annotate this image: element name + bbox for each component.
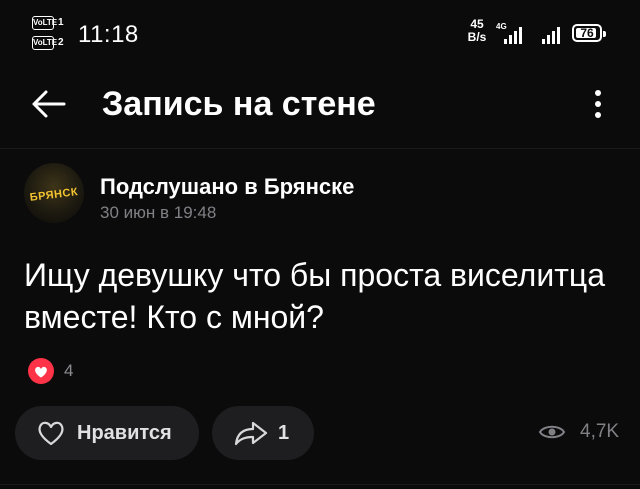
- status-bar: VoLTE 1 VoLTE 2 11:18 45 B/s 4G 76: [0, 0, 640, 60]
- volte-badge: VoLTE: [32, 16, 57, 30]
- view-counter: 4,7K: [538, 420, 628, 444]
- signal-icon: [540, 24, 564, 44]
- battery-level: 76: [580, 26, 594, 40]
- battery-icon: 76: [572, 24, 606, 42]
- post-text: Ищу девушку что бы проста виселитца вмес…: [24, 257, 605, 335]
- page-title: Запись на стене: [102, 85, 376, 123]
- share-arrow-icon: [234, 421, 268, 446]
- post-date: 30 июн в 19:48: [100, 203, 217, 222]
- sim-number: 2: [58, 37, 64, 48]
- community-avatar[interactable]: БРЯНСК: [24, 163, 84, 223]
- like-label: Нравится: [77, 422, 172, 444]
- volte-badge: VoLTE: [32, 36, 57, 50]
- divider: [0, 148, 640, 149]
- views-count: 4,7K: [580, 421, 620, 442]
- sim2-indicator: VoLTE 2: [32, 36, 66, 50]
- share-button[interactable]: 1: [212, 406, 314, 460]
- more-options-icon[interactable]: [588, 86, 608, 122]
- sim-number: 1: [58, 17, 64, 28]
- back-arrow-icon[interactable]: [28, 86, 68, 122]
- author-name[interactable]: Подслушано в Брянске: [100, 174, 354, 200]
- status-time: 11:18: [78, 21, 139, 48]
- heart-outline-icon: [38, 421, 64, 446]
- share-count: 1: [278, 422, 290, 444]
- app-header: Запись на стене: [0, 72, 640, 134]
- network-speed: 45 B/s: [464, 18, 490, 44]
- reaction-count: 4: [64, 361, 74, 380]
- sim1-indicator: VoLTE 1: [32, 16, 66, 30]
- avatar-logo-text: БРЯНСК: [29, 186, 79, 204]
- eye-icon: [538, 425, 566, 439]
- heart-reaction-icon[interactable]: [28, 358, 54, 384]
- network-type: 4G: [496, 22, 507, 31]
- network-speed-unit: B/s: [467, 30, 487, 44]
- divider: [0, 484, 640, 485]
- signal-icon: 4G: [496, 22, 524, 44]
- like-button[interactable]: Нравится: [15, 406, 199, 460]
